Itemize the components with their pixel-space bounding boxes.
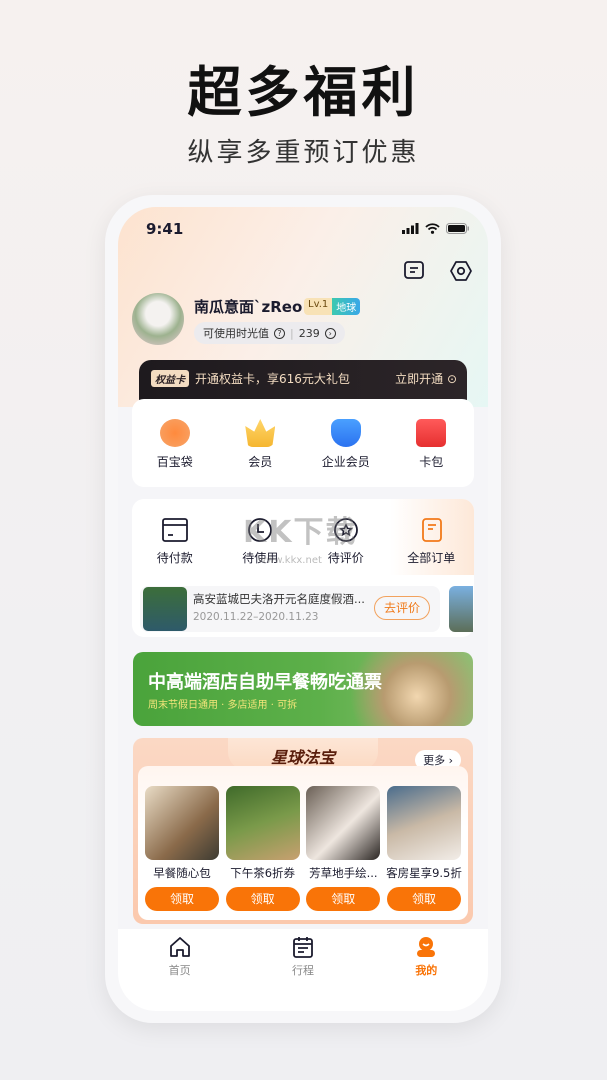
- menu-enterprise-member[interactable]: 企业会员: [306, 419, 386, 470]
- benefit-badge: 权益卡: [151, 370, 189, 387]
- product-image: [145, 786, 219, 860]
- home-icon: [169, 937, 190, 957]
- hotel-name: 高安蓝城巴夫洛开元名庭度假酒...: [193, 592, 365, 606]
- promo-banner[interactable]: 中高端酒店自助早餐畅吃通票 周末节假日通用 · 多店适用 · 可拆: [133, 652, 473, 726]
- menu-label: 会员: [248, 455, 273, 469]
- tab-mine[interactable]: 我的: [396, 935, 456, 1011]
- chevron-right-icon: ›: [324, 327, 336, 339]
- product-name: 早餐随心包: [153, 866, 211, 880]
- message-icon[interactable]: [402, 259, 426, 283]
- level-value: Lv.1: [304, 298, 333, 315]
- member-crown-icon: [245, 419, 276, 447]
- claim-button[interactable]: 领取: [306, 887, 381, 911]
- tab-bar: 首页 行程 我的: [118, 929, 488, 1011]
- menu-member[interactable]: 会员: [220, 419, 300, 470]
- product-name: 下午茶6折券: [230, 866, 296, 880]
- order-label: 全部订单: [407, 551, 456, 565]
- watermark: KK下载: [243, 515, 358, 550]
- level-tag: 地球: [332, 298, 361, 315]
- help-icon[interactable]: ?: [274, 327, 285, 339]
- product-image: [225, 786, 300, 860]
- tab-label: 我的: [415, 964, 438, 977]
- stay-dates: 2020.11.22–2020.11.23: [193, 611, 319, 623]
- settings-icon[interactable]: [449, 259, 473, 283]
- promo-title: 中高端酒店自助早餐畅吃通票: [148, 672, 382, 693]
- treasure-item[interactable]: 早餐随心包 领取: [145, 786, 219, 911]
- enterprise-shield-icon: [330, 419, 361, 447]
- open-now-link[interactable]: 立即开通 ⊙: [395, 370, 457, 387]
- pending-review-item[interactable]: 高安蓝城巴夫洛开元名庭度假酒... 2020.11.22–2020.11.23 …: [140, 586, 440, 632]
- status-icons: [402, 223, 470, 234]
- avatar[interactable]: [132, 293, 184, 345]
- treasure-item[interactable]: 芳草地手绘... 领取: [306, 786, 381, 911]
- treasure-item[interactable]: 客房星享9.5折领取: [386, 786, 462, 911]
- claim-button[interactable]: 领取: [145, 887, 219, 911]
- order-label: 待付款: [156, 551, 193, 565]
- tab-trips[interactable]: 行程: [273, 935, 333, 1011]
- points-value: 239: [298, 326, 320, 340]
- card-wallet-icon: [416, 419, 447, 447]
- app-screen: 9:41 南瓜意面`zReo Lv.1 地球 可使用时光值 ? | 239 › …: [118, 207, 488, 1011]
- product-image: [386, 786, 461, 860]
- tab-home[interactable]: 首页: [150, 935, 210, 1011]
- menu-card-wallet[interactable]: 卡包: [391, 419, 471, 470]
- order-pending-payment[interactable]: 待付款: [135, 517, 215, 566]
- promo-subtitle: 周末节假日通用 · 多店适用 · 可拆: [148, 700, 298, 711]
- open-now-label: 立即开通: [395, 372, 444, 386]
- product-name: 客房星享9.5折: [386, 866, 462, 880]
- battery-icon: [446, 223, 469, 234]
- watermark-url: www.kkx.net: [258, 555, 322, 566]
- wifi-icon: [425, 223, 440, 234]
- menu-treasure-bag[interactable]: 百宝袋: [135, 419, 215, 470]
- hotel-thumbnail: [143, 587, 187, 631]
- treasure-bag-icon: [159, 419, 190, 447]
- quick-menu: 百宝袋 会员 企业会员 卡包: [132, 399, 474, 487]
- product-name: 芳草地手绘...: [309, 866, 378, 880]
- card-icon: [161, 518, 188, 542]
- points-pill[interactable]: 可使用时光值 ? | 239 ›: [194, 322, 345, 344]
- claim-button[interactable]: 领取: [225, 887, 300, 911]
- tab-label: 行程: [291, 964, 314, 977]
- hero-subtitle: 纵享多重预订优惠: [187, 138, 420, 168]
- chevron-right-icon: ⊙: [446, 372, 457, 386]
- treasure-item[interactable]: 下午茶6折券领取: [225, 786, 300, 911]
- menu-label: 企业会员: [321, 455, 370, 469]
- benefit-text: 开通权益卡，享616元大礼包: [195, 372, 350, 386]
- claim-button[interactable]: 领取: [386, 887, 461, 911]
- user-name: 南瓜意面`zReo: [194, 298, 303, 316]
- points-label: 可使用时光值: [203, 327, 269, 340]
- treasure-section: 星球法宝 更多 › 早餐随心包 领取 下午茶6折券 领取 芳草地手绘... 领取 客房…: [133, 738, 473, 924]
- hero-title: 超多福利: [187, 61, 420, 124]
- next-hotel-thumbnail: [449, 586, 473, 632]
- profile-icon: [417, 937, 436, 957]
- level-badge[interactable]: Lv.1 地球: [304, 298, 361, 315]
- product-image: [306, 786, 381, 860]
- calendar-icon: [293, 937, 313, 958]
- signal-icon: [402, 223, 419, 234]
- order-list-icon: [422, 518, 443, 542]
- review-button[interactable]: 去评价: [374, 596, 430, 620]
- order-all[interactable]: 全部订单: [391, 517, 471, 566]
- menu-label: 百宝袋: [156, 455, 193, 469]
- menu-label: 卡包: [419, 455, 444, 469]
- order-label: 待评价: [327, 551, 364, 565]
- tab-label: 首页: [168, 964, 191, 977]
- status-time: 9:41: [146, 220, 184, 238]
